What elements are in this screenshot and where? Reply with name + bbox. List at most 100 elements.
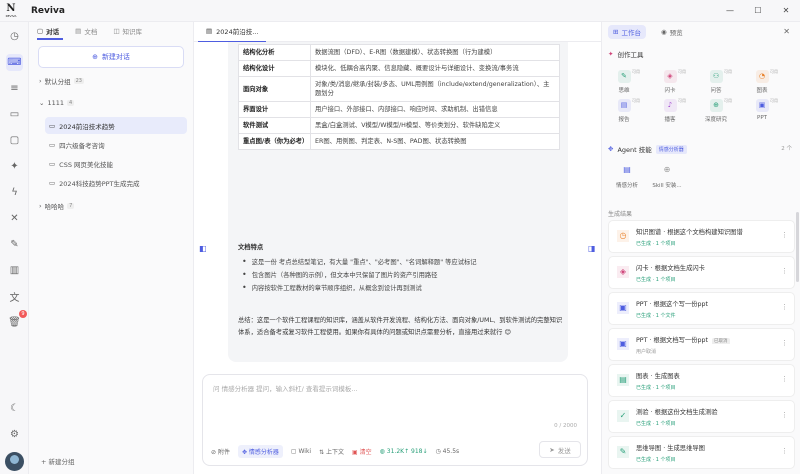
close-icon[interactable]: ✕ (772, 0, 800, 22)
result-status: 已生成 · 1 个项目 (636, 457, 676, 463)
folder-icon[interactable]: ▭ (6, 106, 23, 123)
result-card[interactable]: ▣ PPT · 根据文档写一份ppt 已取消 用户取消 ⋮ (608, 328, 795, 361)
result-title-text: 闪卡 · 根据文档生成闪卡 (636, 265, 705, 272)
tool-label: 图表 (756, 88, 768, 94)
tab-docs[interactable]: ▤ 文档 (75, 26, 97, 36)
tool-icon: ◔ (755, 70, 769, 83)
clear-button[interactable]: ▣ 清空 (352, 447, 372, 456)
tool-status: 可用 (724, 98, 732, 103)
results-section-title: 生成结果 (608, 211, 633, 218)
tool-0[interactable]: ✎ 思维 可用 (610, 69, 640, 94)
window-controls: — ☐ ✕ (716, 0, 800, 22)
tool-glyph: ▤ (620, 101, 628, 109)
chart-icon[interactable]: ▥ (6, 262, 23, 279)
result-icon: ✎ (617, 446, 629, 458)
tab-chat[interactable]: ▢ 对话 (37, 26, 59, 36)
settings-icon[interactable]: ⚙ (6, 426, 23, 443)
list-item[interactable]: ▭ 四六级备考咨询 (45, 136, 187, 153)
table-row: 软件测试 黑盒/白盒测试、V模型/W模型/H模型、等价类划分、软件缺陷定义 (238, 117, 560, 134)
result-card[interactable]: ◷ 知识图谱 · 根据这个文档构建知识图谱 已生成 · 1 个项目 ⋮ (608, 220, 795, 253)
new-chat-button[interactable]: ⊕ 新建对话 (38, 46, 184, 68)
maximize-icon[interactable]: ☐ (744, 0, 772, 22)
tab-knowledge[interactable]: ◫ 知识库 (113, 26, 142, 36)
list-item[interactable]: ▭ 2024科技趋势PPT生成完成 (45, 174, 187, 191)
result-card[interactable]: ✎ 思维导图 · 生成思维导图 已生成 · 1 个项目 ⋮ (608, 436, 795, 469)
result-title: 思维导图 · 生成思维导图 (636, 443, 784, 452)
tool-4[interactable]: ▤ 报告 可用 (610, 98, 640, 123)
chat-icon[interactable]: ⌨ (6, 54, 23, 71)
agent-skill-item[interactable]: ▤ 情感分析 (610, 165, 644, 189)
result-card[interactable]: ✓ 测验 · 根据这份文档生成测验 已生成 · 1 个项目 ⋮ (608, 400, 795, 433)
result-status: 已生成 · 1 个文件 (636, 313, 676, 319)
group-header-1111[interactable]: ⌄ 1111 4 (39, 99, 75, 107)
agent-selector-button[interactable]: ✥ 情感分析器 (237, 445, 283, 458)
tool-status: 可用 (632, 69, 640, 74)
feature-list: 这是一份 考点总结型笔记，有大量 "重点"、"必考图"、"名词解释题" 等应试标… (242, 255, 477, 294)
eye-icon: ◉ (660, 28, 667, 36)
more-icon[interactable]: ⋮ (781, 303, 788, 311)
agent-skill-item[interactable]: ⊕ Skill 安装... (650, 165, 684, 189)
attach-button[interactable]: ⊘ 附件 (211, 447, 230, 456)
avatar[interactable] (5, 452, 24, 471)
translate-icon[interactable]: 文 (6, 288, 23, 305)
tool-5[interactable]: ♪ 播客 可用 (656, 98, 686, 123)
result-card[interactable]: ▣ PPT · 根据这个写一份ppt 已生成 · 1 个文件 ⋮ (608, 292, 795, 325)
more-icon[interactable]: ⋮ (781, 447, 788, 455)
result-status: 已生成 · 1 个项目 (636, 421, 676, 427)
collapse-left-icon[interactable]: ◧ (199, 244, 207, 253)
more-icon[interactable]: ⋮ (781, 375, 788, 383)
group-header-hahaha[interactable]: › 哈哈哈 7 (39, 201, 75, 211)
result-card[interactable]: ◈ 闪卡 · 根据文档生成闪卡 已生成 · 1 个项目 ⋮ (608, 256, 795, 289)
chevron-down-icon: ⌄ (39, 99, 45, 107)
tool-7[interactable]: ▣ PPT 可用 (748, 98, 778, 121)
table-cell-key: 结构化设计 (238, 60, 311, 77)
list-item[interactable]: ▭ CSS 网页美化技能 (45, 155, 187, 172)
box-icon[interactable]: ▢ (6, 132, 23, 149)
list-item[interactable]: ▭ 2024前沿技术趋势 (45, 117, 187, 134)
notification-badge: 9 (19, 310, 27, 318)
scrollbar[interactable] (796, 212, 799, 282)
app-window: N REVIVA Reviva — ☐ ✕ ◷ ⌨ ≡ ▭ ▢ ✦ ϟ ✕ ✎ … (0, 0, 800, 474)
minimize-icon[interactable]: — (716, 0, 744, 22)
history-icon[interactable]: ◷ (6, 28, 23, 45)
tool-2[interactable]: ⚇ 问答 可用 (702, 69, 732, 94)
context-button[interactable]: ⇅ 上下文 (319, 447, 344, 456)
wiki-button[interactable]: ▢ Wiki (291, 448, 311, 455)
tool-6[interactable]: ⊕ 深度研究 可用 (702, 98, 732, 123)
group-header-default[interactable]: › 默认分组 23 (39, 76, 84, 86)
chat-input-box[interactable]: 问 情感分析器 提问，输入斜杠/ 查看提示词模板... 0 / 2000 ⊘ 附… (202, 374, 588, 466)
tool-label: 闪卡 (664, 88, 676, 94)
result-card[interactable]: ▤ 图表 · 生成图表 已生成 · 1 个项目 ⋮ (608, 364, 795, 397)
tool-status: 可用 (770, 98, 778, 103)
tab-workbench[interactable]: ⊞ 工作台 (608, 25, 646, 39)
table-cell-value: ER图、用例图、判定表、N-S图、PAD图、状态转换图 (310, 133, 560, 150)
collapse-right-icon[interactable]: ◨ (588, 244, 596, 253)
sparkle-icon[interactable]: ✦ (6, 158, 23, 175)
chat-input[interactable]: 问 情感分析器 提问，输入斜杠/ 查看提示词模板... (213, 383, 358, 393)
table-cell-key: 软件测试 (238, 117, 311, 134)
result-status: 已生成 · 1 个项目 (636, 241, 676, 247)
tool-status: 可用 (678, 69, 686, 74)
tab-document[interactable]: ▤ 2024前沿技... (198, 22, 267, 42)
send-button[interactable]: ➤ 发送 (539, 441, 581, 458)
tool-3[interactable]: ◔ 图表 可用 (748, 69, 778, 94)
tools-icon[interactable]: ✕ (6, 210, 23, 227)
more-icon[interactable]: ⋮ (781, 267, 788, 275)
close-icon[interactable]: ✕ (783, 27, 790, 36)
moon-icon[interactable]: ☾ (6, 400, 23, 417)
tool-glyph: ⊕ (713, 101, 719, 109)
more-icon[interactable]: ⋮ (781, 339, 788, 347)
more-icon[interactable]: ⋮ (781, 231, 788, 239)
file-icon: ▤ (623, 165, 631, 174)
plus-icon: ⊕ (92, 53, 98, 61)
tool-1[interactable]: ◈ 闪卡 可用 (656, 69, 686, 94)
result-title: 知识图谱 · 根据这个文档构建知识图谱 (636, 227, 784, 236)
edit-icon[interactable]: ✎ (6, 236, 23, 253)
bolt-icon[interactable]: ϟ (6, 184, 23, 201)
tab-preview[interactable]: ◉ 预览 (656, 25, 688, 39)
more-icon[interactable]: ⋮ (781, 411, 788, 419)
table-cell-key: 面向对象 (238, 76, 311, 102)
add-group-button[interactable]: + 新建分组 (41, 456, 75, 466)
tool-glyph: ◔ (758, 72, 766, 80)
database-icon[interactable]: ≡ (6, 80, 23, 97)
